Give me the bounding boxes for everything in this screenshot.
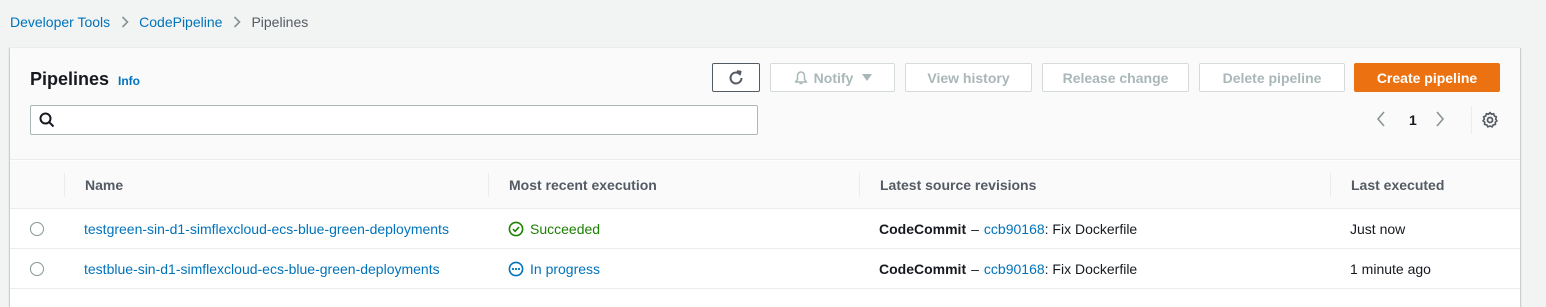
- last-executed: 1 minute ago: [1350, 261, 1431, 277]
- column-divider: [64, 173, 65, 197]
- execution-status-label: Succeeded: [530, 221, 601, 237]
- next-page-icon[interactable]: [1435, 111, 1445, 127]
- search-box: [30, 105, 758, 135]
- chevron-right-icon: [233, 16, 242, 28]
- release-change-button[interactable]: Release change: [1042, 63, 1189, 92]
- column-divider: [859, 173, 860, 197]
- refresh-button[interactable]: [712, 63, 760, 92]
- pipelines-panel: Pipelines Info Notify View history Relea…: [10, 47, 1520, 307]
- panel-header: Pipelines Info Notify View history Relea…: [10, 48, 1520, 160]
- current-page-number[interactable]: 1: [1409, 112, 1417, 128]
- breadcrumb-codepipeline[interactable]: CodePipeline: [139, 14, 222, 30]
- column-header-execution[interactable]: Most recent execution: [509, 161, 657, 209]
- source-dash: –: [971, 261, 979, 277]
- in-progress-icon: [508, 261, 524, 277]
- view-history-button[interactable]: View history: [905, 63, 1032, 92]
- source-dash: –: [971, 221, 979, 237]
- execution-status[interactable]: In progress: [508, 249, 600, 289]
- bell-icon: [793, 70, 809, 86]
- pager-divider: [1471, 106, 1472, 134]
- table-row: testblue-sin-d1-simflexcloud-ecs-blue-gr…: [10, 249, 1520, 289]
- breadcrumb-developer-tools[interactable]: Developer Tools: [10, 14, 110, 30]
- pipeline-name-link[interactable]: testgreen-sin-d1-simflexcloud-ecs-blue-g…: [84, 209, 449, 249]
- breadcrumb-current: Pipelines: [251, 14, 309, 30]
- execution-status[interactable]: Succeeded: [508, 209, 600, 249]
- caret-down-icon: [862, 73, 873, 82]
- row-select-radio[interactable]: [30, 222, 44, 236]
- breadcrumb: Developer Tools CodePipeline Pipelines: [10, 13, 308, 31]
- chevron-right-icon: [121, 16, 129, 28]
- source-provider: CodeCommit: [879, 261, 967, 277]
- column-divider: [488, 173, 489, 197]
- column-header-last-executed[interactable]: Last executed: [1351, 161, 1444, 209]
- notify-label: Notify: [813, 69, 854, 86]
- search-icon: [39, 112, 55, 128]
- column-divider: [1330, 173, 1331, 197]
- commit-id-link[interactable]: ccb90168: [984, 261, 1045, 277]
- column-header-name[interactable]: Name: [85, 161, 123, 209]
- execution-status-label: In progress: [530, 261, 601, 277]
- source-revision: CodeCommit – ccb90168 : Fix Dockerfile: [879, 209, 1137, 249]
- page-title: Pipelines: [30, 69, 110, 89]
- source-revision: CodeCommit – ccb90168 : Fix Dockerfile: [879, 249, 1137, 289]
- settings-gear-icon[interactable]: [1481, 111, 1499, 129]
- previous-page-icon[interactable]: [1376, 111, 1386, 127]
- last-executed: Just now: [1350, 221, 1406, 237]
- commit-message: : Fix Dockerfile: [1044, 221, 1138, 237]
- table-header: Name Most recent execution Latest source…: [10, 161, 1520, 209]
- commit-message: : Fix Dockerfile: [1044, 261, 1138, 277]
- source-provider: CodeCommit: [879, 221, 967, 237]
- table-row: testgreen-sin-d1-simflexcloud-ecs-blue-g…: [10, 209, 1520, 249]
- create-pipeline-button[interactable]: Create pipeline: [1354, 63, 1500, 92]
- info-link[interactable]: Info: [118, 74, 140, 88]
- notify-button[interactable]: Notify: [770, 63, 895, 92]
- column-header-source[interactable]: Latest source revisions: [880, 161, 1036, 209]
- pipeline-name-link[interactable]: testblue-sin-d1-simflexcloud-ecs-blue-gr…: [84, 249, 440, 289]
- commit-id-link[interactable]: ccb90168: [984, 221, 1045, 237]
- refresh-icon: [727, 69, 745, 87]
- search-input[interactable]: [63, 108, 743, 132]
- check-circle-icon: [508, 221, 524, 237]
- delete-pipeline-button[interactable]: Delete pipeline: [1199, 63, 1345, 92]
- row-select-radio[interactable]: [30, 262, 44, 276]
